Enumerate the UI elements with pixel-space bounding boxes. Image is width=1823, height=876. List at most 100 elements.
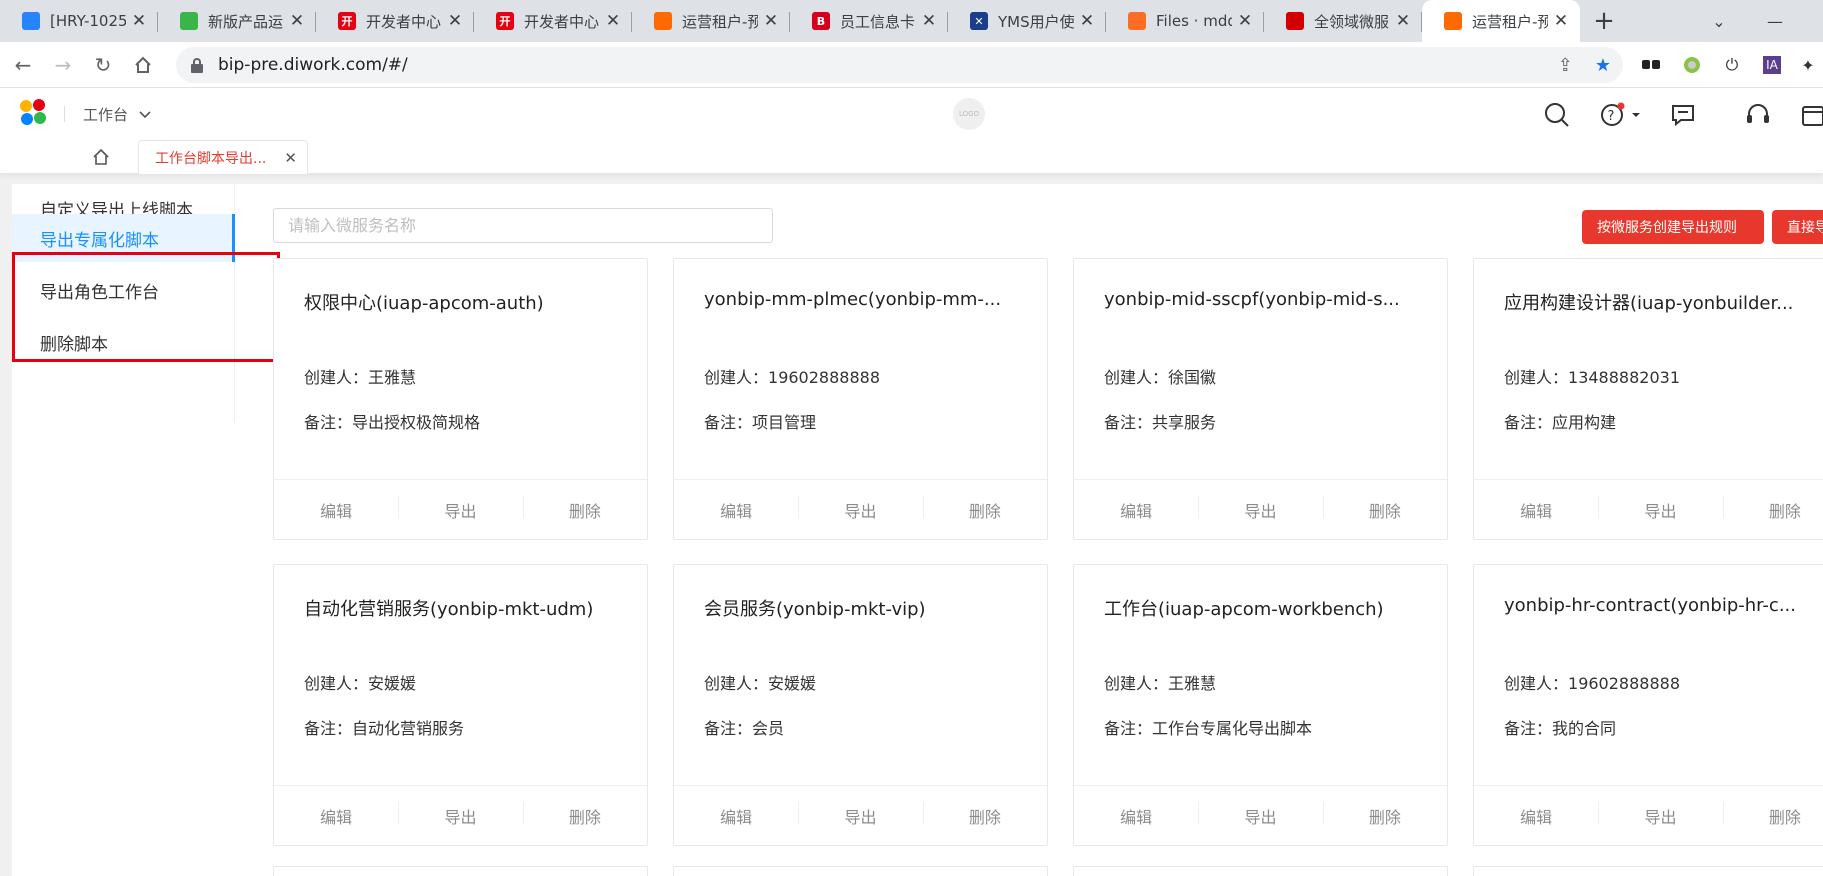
browser-tab-title: YMS用户使 <box>998 12 1074 31</box>
note-value: 项目管理 <box>752 413 817 432</box>
create-export-rule-button[interactable]: 按微服务创建导出规则 <box>1582 210 1764 244</box>
close-tab-icon[interactable]: ✕ <box>920 11 938 31</box>
close-icon[interactable]: ✕ <box>284 149 297 167</box>
browser-tab[interactable]: B 员工信息卡 ✕ <box>790 0 948 42</box>
edit-button[interactable]: 编辑 <box>1474 804 1598 828</box>
export-button[interactable]: 导出 <box>1598 801 1722 828</box>
card-title: 应用构建设计器(iuap-yonbuilder... <box>1504 293 1794 314</box>
export-button[interactable]: 导出 <box>398 495 522 522</box>
card-note: 备注：工作台专属化导出脚本 <box>1104 715 1312 739</box>
message-icon[interactable] <box>1670 102 1696 128</box>
edit-button[interactable]: 编辑 <box>1474 498 1598 522</box>
browser-tab[interactable]: 新版产品运 ✕ <box>158 0 316 42</box>
browser-tab[interactable]: ✕ YMS用户使 ✕ <box>948 0 1106 42</box>
card-note: 备注：应用构建 <box>1504 409 1616 433</box>
tab-search-icon[interactable]: ⌄ <box>1694 0 1744 42</box>
b-icon: B <box>812 12 830 30</box>
browser-tab[interactable]: 全领域微服 ✕ <box>1264 0 1422 42</box>
export-button[interactable]: 导出 <box>398 801 522 828</box>
extension-green-icon[interactable] <box>1677 50 1707 80</box>
extension-ia-icon[interactable]: IA <box>1757 50 1787 80</box>
close-tab-icon[interactable]: ✕ <box>604 11 622 31</box>
extension-power-icon[interactable]: ⏻ <box>1717 50 1747 80</box>
home-tab-icon[interactable] <box>88 146 114 168</box>
export-button[interactable]: 导出 <box>798 495 922 522</box>
close-tab-icon[interactable]: ✕ <box>446 11 464 31</box>
card-note: 备注：我的合同 <box>1504 715 1616 739</box>
export-button[interactable]: 导出 <box>798 801 922 828</box>
creator-value: 王雅慧 <box>1168 674 1217 693</box>
delete-button[interactable]: 删除 <box>1722 801 1823 828</box>
close-tab-icon[interactable]: ✕ <box>1236 11 1254 31</box>
edit-button[interactable]: 编辑 <box>674 804 798 828</box>
browser-tab[interactable]: 开开发者中心 ✕ <box>316 0 474 42</box>
delete-button[interactable]: 删除 <box>1322 495 1447 522</box>
close-tab-icon[interactable]: ✕ <box>288 11 306 31</box>
forward-icon[interactable]: → <box>46 48 80 82</box>
note-value: 会员 <box>752 719 785 738</box>
edit-button[interactable]: 编辑 <box>674 498 798 522</box>
help-icon[interactable]: ? <box>1600 102 1644 128</box>
note-label: 备注： <box>304 413 353 432</box>
service-card: 自动化营销服务(yonbip-mkt-udm) 创建人：安媛媛 备注：自动化营销服务… <box>273 564 648 846</box>
service-card: 会员服务(yonbip-mkt-vip) 创建人：安媛媛 备注：会员 编辑 导出 删除 <box>673 564 1048 846</box>
card-creator: 创建人：安媛媛 <box>304 670 416 694</box>
close-tab-icon[interactable]: ✕ <box>130 11 148 31</box>
url-field[interactable]: bip-pre.diwork.com/#/ ⇪ ★ <box>176 47 1623 83</box>
customer-service-icon[interactable] <box>1745 102 1771 128</box>
service-card: yonbip-hr-contract(yonbip-hr-c... 创建人：196… <box>1473 564 1823 846</box>
delete-button[interactable]: 删除 <box>522 495 647 522</box>
extension-glasses-icon[interactable] <box>1636 50 1666 80</box>
card-title: 工作台(iuap-apcom-workbench) <box>1104 599 1384 620</box>
export-button[interactable]: 导出 <box>1598 495 1722 522</box>
creator-label: 创建人： <box>704 674 769 693</box>
card-creator: 创建人：王雅慧 <box>304 364 416 388</box>
jira-icon <box>22 12 40 30</box>
close-tab-icon[interactable]: ✕ <box>762 11 780 31</box>
delete-button[interactable]: 删除 <box>922 801 1047 828</box>
delete-button[interactable]: 删除 <box>922 495 1047 522</box>
delete-button[interactable]: 删除 <box>1322 801 1447 828</box>
calendar-icon[interactable] <box>1800 102 1823 128</box>
edit-button[interactable]: 编辑 <box>274 804 398 828</box>
reload-icon[interactable]: ↻ <box>86 48 120 82</box>
delete-button[interactable]: 删除 <box>1722 495 1823 522</box>
card-peek <box>1473 866 1823 876</box>
close-tab-icon[interactable]: ✕ <box>1078 11 1096 31</box>
card-creator: 创建人：13488882031 <box>1504 364 1680 388</box>
browser-tab[interactable]: 运营租户-预 ✕ <box>632 0 790 42</box>
export-button[interactable]: 导出 <box>1198 495 1322 522</box>
close-tab-icon[interactable]: ✕ <box>1394 11 1412 31</box>
search-icon[interactable] <box>1544 102 1570 128</box>
home-icon[interactable] <box>126 48 160 82</box>
browser-tab[interactable]: 开开发者中心 ✕ <box>474 0 632 42</box>
browser-tab[interactable]: [HRY-1025 ✕ <box>0 0 158 42</box>
direct-export-button[interactable]: 直接导 <box>1772 210 1823 244</box>
creator-label: 创建人： <box>304 368 369 387</box>
search-input[interactable] <box>273 208 773 243</box>
note-value: 导出授权极简规格 <box>352 413 481 432</box>
edit-button[interactable]: 编辑 <box>274 498 398 522</box>
minimize-icon[interactable]: — <box>1750 0 1800 42</box>
card-title: 权限中心(iuap-apcom-auth) <box>304 293 544 314</box>
browser-tab[interactable]: Files · mdd ✕ <box>1106 0 1264 42</box>
extensions-puzzle-icon[interactable]: ✦ <box>1793 50 1823 80</box>
edit-button[interactable]: 编辑 <box>1074 804 1198 828</box>
close-tab-icon[interactable]: ✕ <box>1552 11 1570 31</box>
tab-workbench-script-export[interactable]: 工作台脚本导出... ✕ <box>138 140 308 174</box>
edit-button[interactable]: 编辑 <box>1074 498 1198 522</box>
app-logo-icon[interactable] <box>20 99 48 126</box>
new-tab-icon[interactable]: + <box>1586 0 1622 42</box>
card-actions: 编辑 导出 删除 <box>1474 785 1823 845</box>
export-button[interactable]: 导出 <box>1198 801 1322 828</box>
workspace-switcher[interactable]: 工作台 <box>83 104 152 125</box>
creator-value: 徐国徽 <box>1168 368 1217 387</box>
url-text: bip-pre.diwork.com/#/ <box>218 55 408 75</box>
card-creator: 创建人：19602888888 <box>704 364 880 388</box>
delete-button[interactable]: 删除 <box>522 801 647 828</box>
bookmark-star-icon[interactable]: ★ <box>1595 55 1611 76</box>
browser-tab[interactable]: 运营租户-预 ✕ <box>1422 0 1580 42</box>
back-icon[interactable]: ← <box>6 48 40 82</box>
card-actions: 编辑 导出 删除 <box>1074 785 1447 845</box>
share-icon[interactable]: ⇪ <box>1558 55 1573 76</box>
